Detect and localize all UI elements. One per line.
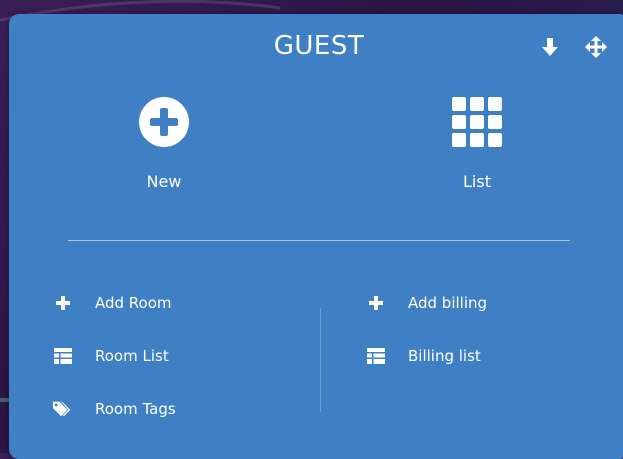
new-label: New bbox=[146, 172, 182, 191]
section-divider bbox=[68, 240, 570, 241]
plus-circle-icon bbox=[94, 96, 234, 148]
tags-icon bbox=[53, 399, 73, 419]
table-icon bbox=[53, 346, 73, 366]
room-list-link[interactable]: Room List bbox=[53, 344, 169, 368]
plus-icon bbox=[53, 293, 73, 313]
add-billing-link[interactable]: Add billing bbox=[366, 291, 487, 315]
billing-list-link[interactable]: Billing list bbox=[366, 344, 481, 368]
add-room-label: Add Room bbox=[95, 294, 172, 312]
move-icon[interactable] bbox=[585, 36, 607, 58]
download-arrow-icon[interactable] bbox=[539, 36, 561, 58]
column-divider bbox=[320, 308, 321, 412]
grid-icon bbox=[407, 96, 547, 148]
new-guest-button[interactable]: New bbox=[94, 96, 234, 191]
list-label: List bbox=[463, 172, 491, 191]
room-list-label: Room List bbox=[95, 347, 169, 365]
plus-icon bbox=[366, 293, 386, 313]
room-tags-label: Room Tags bbox=[95, 400, 176, 418]
panel-title: GUEST bbox=[273, 31, 365, 61]
guest-panel: GUEST New List Add Room Room List Room T… bbox=[9, 14, 623, 459]
room-tags-link[interactable]: Room Tags bbox=[53, 397, 176, 421]
billing-list-label: Billing list bbox=[408, 347, 481, 365]
add-billing-label: Add billing bbox=[408, 294, 488, 312]
guest-list-button[interactable]: List bbox=[407, 96, 547, 191]
add-room-link[interactable]: Add Room bbox=[53, 291, 172, 315]
table-icon bbox=[366, 346, 386, 366]
